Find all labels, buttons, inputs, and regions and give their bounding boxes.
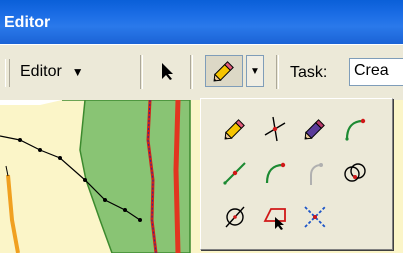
task-select[interactable]: Crea xyxy=(349,58,403,86)
app-window: Editor Editor ▼ ▼ Task: Crea xyxy=(0,0,403,253)
trace-tool-option[interactable] xyxy=(255,195,295,239)
arc-tool-option[interactable] xyxy=(335,107,375,151)
chevron-down-icon: ▼ xyxy=(250,65,260,77)
midpoint-icon xyxy=(223,162,246,185)
sketch-pencil-icon xyxy=(213,61,234,82)
sketch-pencil-icon xyxy=(224,119,245,140)
sketch-tool-dropdown[interactable]: ▼ xyxy=(246,55,264,87)
circle-tool-option[interactable] xyxy=(335,151,375,195)
intersection-icon xyxy=(264,116,286,142)
toolbar-grip[interactable] xyxy=(5,59,10,87)
tangent-curve-tool-option[interactable] xyxy=(295,151,335,195)
editor-menu-button[interactable]: Editor ▼ xyxy=(20,57,84,87)
tangent-curve-icon xyxy=(310,163,323,185)
editor-toolbar: Editor ▼ ▼ Task: Crea xyxy=(0,44,403,101)
cursor-arrow-icon xyxy=(162,63,173,80)
task-label: Task: xyxy=(290,64,328,81)
arc-icon xyxy=(345,118,366,141)
toolbar-separator xyxy=(276,55,279,89)
trace-icon xyxy=(263,208,286,230)
sketch-tool-alt-option[interactable] xyxy=(295,107,335,151)
window-title: Editor xyxy=(4,14,51,31)
endpoint-arc-tool-option[interactable] xyxy=(255,151,295,195)
edit-tool-button[interactable] xyxy=(152,55,182,87)
window-title-bar[interactable]: Editor xyxy=(0,0,403,44)
right-angle-tool-option[interactable] xyxy=(295,195,335,239)
toolbar-separator xyxy=(140,55,143,89)
sketch-pencil-purple-icon xyxy=(304,119,325,140)
distance-distance-tool-option[interactable] xyxy=(215,195,255,239)
circle-icon xyxy=(344,163,366,182)
intersection-tool-option[interactable] xyxy=(255,107,295,151)
right-angle-icon xyxy=(304,206,326,228)
sketch-tool-button[interactable] xyxy=(205,55,243,87)
sketch-tool-option[interactable] xyxy=(215,107,255,151)
sketch-tool-palette xyxy=(200,98,393,250)
endpoint-arc-icon xyxy=(265,162,286,184)
chevron-down-icon: ▼ xyxy=(71,65,84,79)
toolbar-separator xyxy=(190,55,193,89)
distance-distance-icon xyxy=(225,206,245,228)
midpoint-tool-option[interactable] xyxy=(215,151,255,195)
editor-menu-label: Editor xyxy=(20,63,62,80)
